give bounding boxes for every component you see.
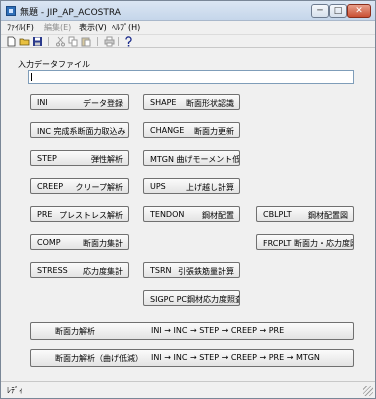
flow-analysis-reduction-button[interactable]: 断面力解析（曲げ低減） INI → INC → STEP → CREEP → P… xyxy=(30,349,354,367)
cblplt-code: CBLPLT xyxy=(263,210,292,219)
toolbar-separator xyxy=(48,37,49,46)
pre-desc: プレストレス解析 xyxy=(59,211,123,220)
frcplt-button[interactable]: FRCPLT 断面力・応力度図 xyxy=(256,234,354,250)
shape-code: SHAPE xyxy=(150,98,177,107)
inc-button[interactable]: INC 完成系断面力取込み xyxy=(30,122,129,138)
title-bar[interactable]: 無題 - JIP_AP_ACOSTRA ─ □ ✕ xyxy=(1,1,375,21)
open-folder-icon[interactable] xyxy=(19,36,30,47)
status-text: ﾚﾃﾞｨ xyxy=(7,386,23,395)
menu-edit[interactable]: 編集(E) xyxy=(44,22,71,33)
minimize-button[interactable]: ─ xyxy=(311,4,329,18)
paste-icon[interactable] xyxy=(81,36,92,47)
menu-view[interactable]: 表示(V) xyxy=(79,22,107,33)
creep-button[interactable]: CREEP クリープ解析 xyxy=(30,178,129,194)
flow-analysis-reduction-label: 断面力解析（曲げ低減） xyxy=(55,354,143,363)
tsrn-button[interactable]: TSRN 引張鉄筋量計算 xyxy=(143,262,240,278)
app-icon xyxy=(6,6,16,16)
flow-analysis-reduction-sequence: INI → INC → STEP → CREEP → PRE → MTGN xyxy=(151,353,320,362)
new-file-icon[interactable] xyxy=(6,36,17,47)
ups-desc: 上げ越し計算 xyxy=(186,183,234,192)
save-icon[interactable] xyxy=(32,36,43,47)
ups-button[interactable]: UPS 上げ越し計算 xyxy=(143,178,240,194)
close-button[interactable]: ✕ xyxy=(347,4,371,18)
change-code: CHANGE xyxy=(150,126,185,135)
flow-analysis-button[interactable]: 断面力解析 INI → INC → STEP → CREEP → PRE xyxy=(30,322,354,340)
ups-code: UPS xyxy=(150,182,166,191)
sigpc-button[interactable]: SIGPC PC鋼材応力度照査 xyxy=(143,290,240,306)
step-button[interactable]: STEP 弾性解析 xyxy=(30,150,129,166)
shape-desc: 断面形状認識 xyxy=(186,99,234,108)
text-caret xyxy=(31,73,32,81)
cblplt-button[interactable]: CBLPLT 鋼材配置図 xyxy=(256,206,354,222)
shape-button[interactable]: SHAPE 断面形状認識 xyxy=(143,94,240,110)
sigpc-label: SIGPC PC鋼材応力度照査 xyxy=(150,295,240,304)
inc-label: INC 完成系断面力取込み xyxy=(37,127,126,136)
print-icon[interactable] xyxy=(104,36,115,47)
toolbar-separator xyxy=(97,37,98,46)
stress-code: STRESS xyxy=(37,266,68,275)
tendon-code: TENDON xyxy=(150,210,185,219)
mtgn-button[interactable]: MTGN 曲げモーメント低減 xyxy=(143,150,240,166)
pre-code: PRE xyxy=(37,210,53,219)
menu-bar: ﾌｧｲﾙ(F) 編集(E) 表示(V) ﾍﾙﾌﾟ(H) xyxy=(1,21,375,34)
creep-desc: クリープ解析 xyxy=(75,183,123,192)
menu-help[interactable]: ﾍﾙﾌﾟ(H) xyxy=(112,22,140,33)
change-desc: 断面力更新 xyxy=(194,127,234,136)
ini-desc: データ登録 xyxy=(83,99,123,108)
cut-icon[interactable] xyxy=(55,36,66,47)
change-button[interactable]: CHANGE 断面力更新 xyxy=(143,122,240,138)
comp-code: COMP xyxy=(37,238,61,247)
window-title: 無題 - JIP_AP_ACOSTRA xyxy=(20,8,121,18)
ini-code: INI xyxy=(37,98,48,107)
status-bar: ﾚﾃﾞｨ xyxy=(1,381,375,398)
comp-desc: 断面力集計 xyxy=(83,239,123,248)
resize-grip-icon[interactable] xyxy=(363,386,373,396)
cblplt-desc: 鋼材配置図 xyxy=(308,211,348,220)
creep-code: CREEP xyxy=(37,182,64,191)
input-file-label: 入力データファイル xyxy=(18,60,90,69)
step-code: STEP xyxy=(37,154,57,163)
stress-desc: 応力度集計 xyxy=(83,267,123,276)
maximize-button[interactable]: □ xyxy=(329,4,347,18)
frcplt-label: FRCPLT 断面力・応力度図 xyxy=(263,239,354,248)
stress-button[interactable]: STRESS 応力度集計 xyxy=(30,262,129,278)
tsrn-desc: 引張鉄筋量計算 xyxy=(178,267,234,276)
pre-button[interactable]: PRE プレストレス解析 xyxy=(30,206,129,222)
help-icon[interactable] xyxy=(123,36,134,47)
ini-button[interactable]: INI データ登録 xyxy=(30,94,129,110)
tsrn-code: TSRN xyxy=(150,266,172,275)
toolbar xyxy=(1,34,375,48)
flow-analysis-sequence: INI → INC → STEP → CREEP → PRE xyxy=(151,326,285,335)
tendon-button[interactable]: TENDON 鋼材配置 xyxy=(143,206,240,222)
step-desc: 弾性解析 xyxy=(91,155,123,164)
comp-button[interactable]: COMP 断面力集計 xyxy=(30,234,129,250)
toolbar-separator xyxy=(118,37,119,46)
mtgn-label: MTGN 曲げモーメント低減 xyxy=(150,155,240,164)
copy-icon[interactable] xyxy=(68,36,79,47)
main-window: 無題 - JIP_AP_ACOSTRA ─ □ ✕ ﾌｧｲﾙ(F) 編集(E) … xyxy=(0,0,376,399)
flow-analysis-label: 断面力解析 xyxy=(55,327,95,336)
tendon-desc: 鋼材配置 xyxy=(202,211,234,220)
input-file-field[interactable] xyxy=(28,70,354,84)
menu-file[interactable]: ﾌｧｲﾙ(F) xyxy=(7,22,34,33)
